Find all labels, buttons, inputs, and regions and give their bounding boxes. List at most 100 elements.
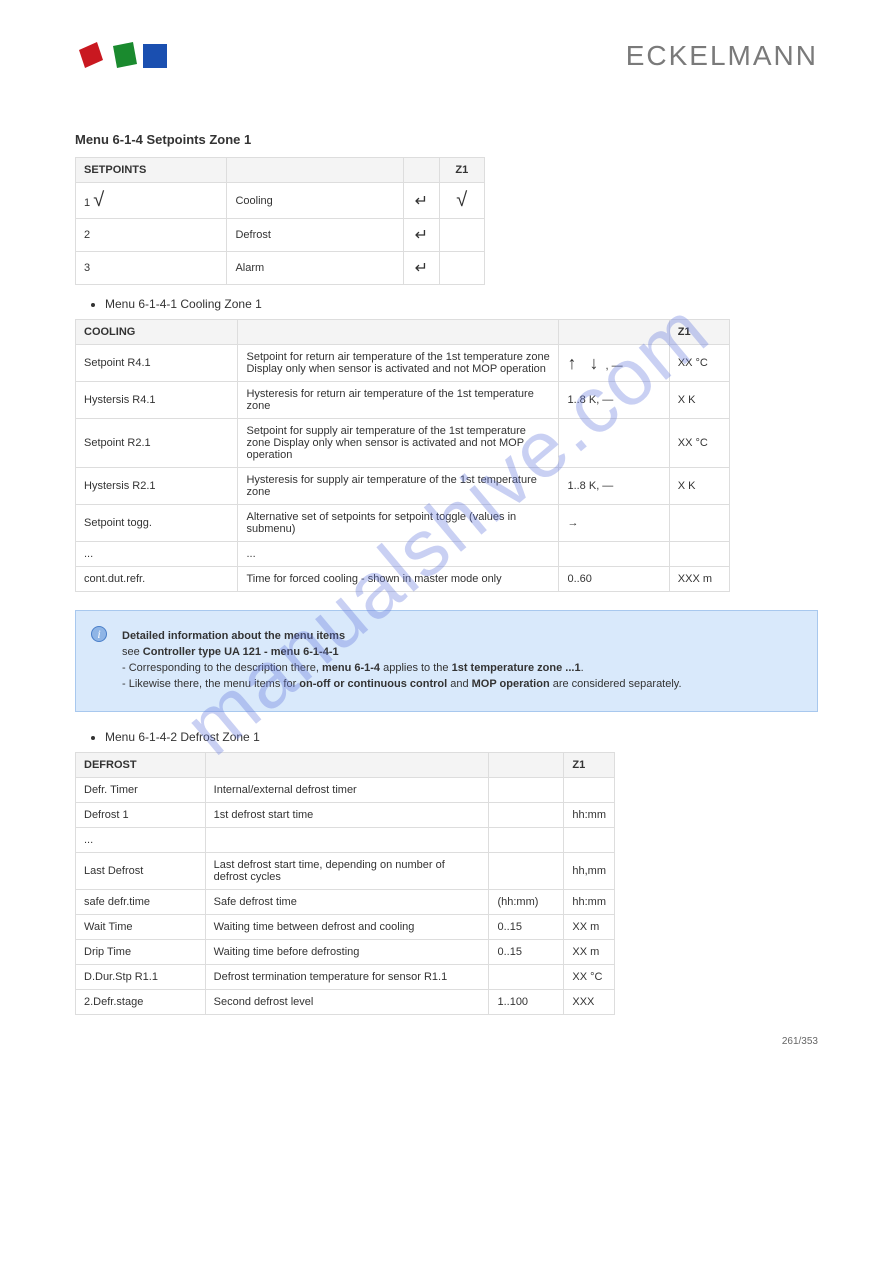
enter-icon: ↵ [415,193,428,210]
cell-param: Drip Time [76,939,206,964]
updown-arrows-icon: ↑ ↓ [567,353,602,373]
table-defrost-z1: DEFROST Z1 Defr. Timer Internal/external… [75,752,615,1015]
cell-val: XX m [564,914,615,939]
cell-desc: Last defrost start time, depending on nu… [205,852,489,889]
cell-desc: Setpoint for return air temperature of t… [238,345,559,382]
th-empty [227,158,404,183]
info-callout: i Detailed information about the menu it… [75,610,818,712]
cell-num: 2 [76,219,227,252]
cube-green-icon [107,40,139,72]
table-row: Hystersis R4.1 Hysteresis for return air… [76,382,730,419]
cube-blue-icon [139,40,171,72]
cell-desc: 1st defrost start time [205,802,489,827]
bullet-list-1: Menu 6-1-4-1 Cooling Zone 1 [105,297,818,311]
cell-val: XX m [564,939,615,964]
page-header: ECKELMANN [75,40,818,72]
cell-val: XXX [564,989,615,1014]
cell-val [669,542,729,567]
table-cooling-z1: COOLING Z1 Setpoint R4.1 Setpoint for re… [75,319,730,592]
cell-desc: ... [238,542,559,567]
cell-action: ↵ [404,219,439,252]
table-row: 2 Defrost ↵ [76,219,485,252]
page-number: 261/353 [782,1036,818,1047]
cell-val: hh:mm [564,889,615,914]
cell-entry: 1..8 K, — [559,468,669,505]
table-row: D.Dur.Stp R1.1 Defrost termination tempe… [76,964,615,989]
cell-entry: 1..8 K, — [559,382,669,419]
cell-param: D.Dur.Stp R1.1 [76,964,206,989]
table-row: Wait Time Waiting time between defrost a… [76,914,615,939]
cell-param: Defrost 1 [76,802,206,827]
cell-desc: Safe defrost time [205,889,489,914]
cell-param: Defr. Timer [76,777,206,802]
table-row: ... ... [76,542,730,567]
cell-desc: Internal/external defrost timer [205,777,489,802]
cell-entry [489,964,564,989]
cell-entry: (hh:mm) [489,889,564,914]
cell-param: 2.Defr.stage [76,989,206,1014]
cell-desc: Hysteresis for return air temperature of… [238,382,559,419]
info-icon: i [90,625,108,643]
bullet-list-2: Menu 6-1-4-2 Defrost Zone 1 [105,730,818,744]
cell-val [564,777,615,802]
cell-param: Setpoint R2.1 [76,419,238,468]
cell-val: XX °C [669,419,729,468]
table-row: 3 Alarm ↵ [76,252,485,285]
cell-label: Alarm [227,252,404,285]
cell-param: Setpoint togg. [76,505,238,542]
cell-label: Defrost [227,219,404,252]
th-empty [205,752,489,777]
cell-desc: Time for forced cooling - shown in maste… [238,567,559,592]
bullet-defrost-z1: Menu 6-1-4-2 Defrost Zone 1 [105,730,818,744]
cell-param: Wait Time [76,914,206,939]
cell-val: XXX m [669,567,729,592]
cell-entry [489,852,564,889]
cell-desc: Defrost termination temperature for sens… [205,964,489,989]
cell-entry [489,802,564,827]
cell-desc: Setpoint for supply air temperature of t… [238,419,559,468]
cell-desc: Second defrost level [205,989,489,1014]
cell-z1: √ [439,183,484,219]
enter-icon: ↵ [415,227,428,244]
table-row: Defrost 1 1st defrost start time hh:mm [76,802,615,827]
check-icon: √ [456,189,467,211]
table-row: 1 √ Cooling ↵ √ [76,183,485,219]
section-title: Menu 6-1-4 Setpoints Zone 1 [75,132,818,147]
table-setpoints-z1: SETPOINTS Z1 1 √ Cooling ↵ √ 2 Defrost ↵… [75,157,485,285]
enter-icon: ↵ [415,260,428,277]
table-row: 2.Defr.stage Second defrost level 1..100… [76,989,615,1014]
table-row: Setpoint togg. Alternative set of setpoi… [76,505,730,542]
cell-desc: Hysteresis for supply air temperature of… [238,468,559,505]
th-cooling: COOLING [76,320,238,345]
cell-param: safe defr.time [76,889,206,914]
cell-entry [559,419,669,468]
cell-entry: 1..100 [489,989,564,1014]
cell-desc: Waiting time between defrost and cooling [205,914,489,939]
cell-val: X K [669,468,729,505]
cell-z1 [439,252,484,285]
cell-action: ↵ [404,252,439,285]
cell-entry [489,827,564,852]
cell-param: Hystersis R2.1 [76,468,238,505]
cell-z1 [439,219,484,252]
cell-num: 1 [84,197,90,209]
table-row: Defr. Timer Internal/external defrost ti… [76,777,615,802]
info-box-heading: Detailed information about the menu item… [122,630,345,642]
cell-param: Setpoint R4.1 [76,345,238,382]
cell-num: 3 [76,252,227,285]
th-setpoints: SETPOINTS [76,158,227,183]
cell-entry: 0..15 [489,914,564,939]
cell-entry [559,542,669,567]
th-z1: Z1 [564,752,615,777]
table-row: Hystersis R2.1 Hysteresis for supply air… [76,468,730,505]
th-z1: Z1 [439,158,484,183]
cell-entry: 0..15 [489,939,564,964]
cell-action: ↵ [404,183,439,219]
cell-desc: Waiting time before defrosting [205,939,489,964]
cell-val: hh,mm [564,852,615,889]
cell-param: Hystersis R4.1 [76,382,238,419]
cell-entry: ↑ ↓ , — [559,345,669,382]
cube-red-icon [75,40,107,72]
table-row: Setpoint R4.1 Setpoint for return air te… [76,345,730,382]
table-row: Drip Time Waiting time before defrosting… [76,939,615,964]
